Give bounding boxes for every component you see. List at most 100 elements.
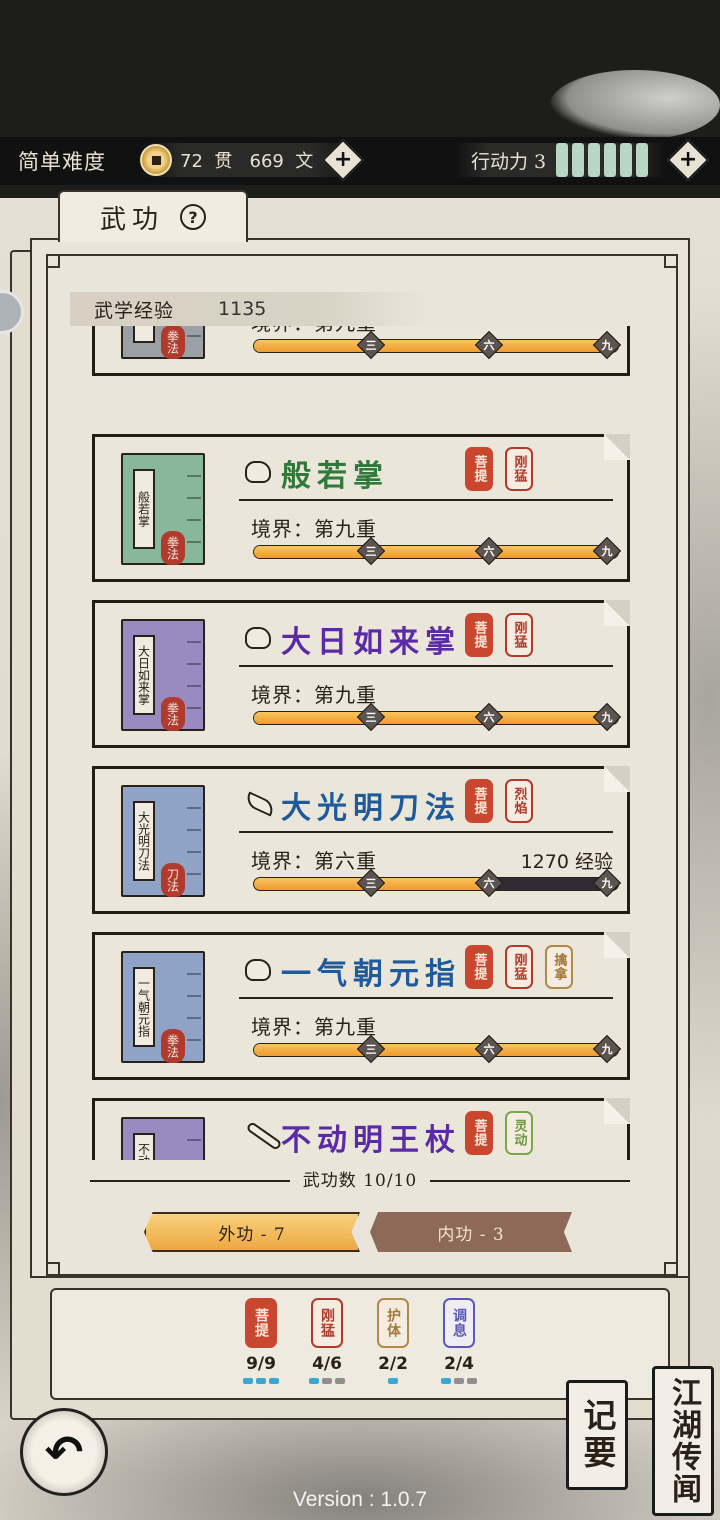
progress-mark-label: 六	[483, 711, 495, 724]
action-pip	[636, 143, 649, 177]
skill-realm: 境界：第九重	[251, 326, 377, 336]
fist-icon	[245, 959, 271, 981]
skill-progress-bar	[253, 339, 619, 353]
skill-card[interactable]: 不动明王杖 杖法 不动明王杖菩提灵动	[92, 1098, 630, 1160]
trait-tag: 菩提	[465, 945, 493, 989]
coin-icon	[140, 144, 172, 176]
trait-summary-item[interactable]: 菩提 9/9	[236, 1298, 286, 1384]
action-pip	[572, 143, 585, 177]
book-type-seal: 拳法	[161, 326, 185, 359]
progress-mark-label: 九	[601, 339, 613, 352]
skill-tags: 菩提 烈焰	[465, 779, 533, 823]
moon-cloud-decoration	[550, 70, 720, 140]
progress-mark-label: 六	[483, 877, 495, 890]
skill-progress-bar	[253, 1043, 619, 1057]
trait-tag: 调息	[443, 1298, 475, 1348]
progress-mark-label: 三	[365, 1043, 377, 1056]
trait-summary-item[interactable]: 护体 2/2	[368, 1298, 418, 1384]
trait-pip	[269, 1378, 279, 1384]
progress-mark-label: 六	[483, 339, 495, 352]
skill-tags: 菩提 刚猛	[465, 447, 533, 491]
martial-exp-value: 1135	[218, 298, 267, 320]
staff-icon	[245, 1121, 283, 1151]
plus-icon: +	[678, 147, 698, 172]
trait-count: 2/2	[378, 1354, 408, 1374]
trait-tag: 菩提	[245, 1298, 277, 1348]
trait-summary-item[interactable]: 刚猛 4/6	[302, 1298, 352, 1384]
trait-tag: 菩提	[465, 779, 493, 823]
trait-pip	[388, 1378, 398, 1384]
money-value: 72 贯 669 文	[180, 151, 314, 172]
tab-title: 武功	[99, 204, 164, 235]
skill-name: 大光明刀法	[281, 791, 461, 826]
trait-pip	[309, 1378, 319, 1384]
fist-icon	[245, 627, 271, 649]
back-arrow-icon: ↶	[44, 1425, 84, 1479]
trait-tag: 护体	[377, 1298, 409, 1348]
skill-card[interactable]: 般若掌 拳法 般若掌 菩提 刚猛境界：第九重三 六 九	[92, 434, 630, 582]
book-type-seal: 拳法	[161, 697, 185, 731]
martial-exp-label: 武学经验	[94, 299, 175, 322]
skill-progress-bar	[253, 711, 619, 725]
fist-icon	[245, 461, 271, 483]
skill-realm: 境界：第九重	[251, 1015, 377, 1039]
trait-pip	[467, 1378, 477, 1384]
back-button[interactable]: ↶	[20, 1408, 108, 1496]
trait-tag: 菩提	[465, 1111, 493, 1155]
notes-button[interactable]: 记要	[566, 1380, 628, 1490]
trait-tag: 菩提	[465, 447, 493, 491]
book-title: 大光明刀法	[133, 801, 155, 881]
skill-card[interactable]: 大光明刀法 刀法 大光明刀法 菩提 烈焰 境界：第六重 1270 经验三六九	[92, 766, 630, 914]
trait-pip	[322, 1378, 332, 1384]
skill-name: 般若掌	[281, 459, 389, 494]
internal-skills-button[interactable]: 内功 - 3	[370, 1212, 572, 1252]
action-pip	[556, 143, 569, 177]
external-skills-button[interactable]: 外功 - 7	[144, 1212, 360, 1252]
trait-pips	[434, 1378, 484, 1384]
trait-tag: 刚猛	[505, 945, 533, 989]
skill-book-icon: 大日如来掌 拳法	[121, 619, 205, 731]
book-type-seal: 刀法	[161, 863, 185, 897]
trait-pip	[335, 1378, 345, 1384]
skill-card[interactable]: 罗汉拳 拳法 境界：第九重三 六 九	[92, 326, 630, 376]
trait-tag: 菩提	[465, 613, 493, 657]
progress-mark-label: 三	[365, 339, 377, 352]
trait-count: 2/4	[444, 1354, 474, 1374]
skill-tags: 菩提 刚猛	[465, 613, 533, 657]
book-title: 一气朝元指	[133, 967, 155, 1047]
trait-summary-item[interactable]: 调息 2/4	[434, 1298, 484, 1384]
book-type-seal: 拳法	[161, 531, 185, 565]
trait-tag: 灵动	[505, 1111, 533, 1155]
skill-tags: 菩提 刚猛 擒拿	[465, 945, 573, 989]
skill-card[interactable]: 一气朝元指 拳法 一气朝元指 菩提 刚猛 擒拿 境界：第九重三六九	[92, 932, 630, 1080]
trait-tag: 刚猛	[311, 1298, 343, 1348]
skill-progress-bar	[253, 545, 619, 559]
trait-pip	[441, 1378, 451, 1384]
action-pip	[604, 143, 617, 177]
skill-progress-bar	[253, 877, 619, 891]
action-power-pips	[556, 143, 649, 177]
progress-mark-label: 六	[483, 545, 495, 558]
skill-tags: 菩提 灵动	[465, 1111, 533, 1155]
progress-mark-label: 三	[365, 877, 377, 890]
skill-book-icon: 大光明刀法 刀法	[121, 785, 205, 897]
skill-book-icon: 不动明王杖 杖法	[121, 1117, 205, 1160]
martial-exp-bar: 武学经验 1135	[70, 292, 430, 326]
skill-card[interactable]: 大日如来掌 拳法 大日如来掌 菩提 刚猛 境界：第九重三六九	[92, 600, 630, 748]
action-power-label: 行动力 3	[471, 150, 547, 173]
skill-name: 不动明王杖	[281, 1123, 461, 1158]
trait-pip	[454, 1378, 464, 1384]
progress-mark-label: 九	[601, 545, 613, 558]
trait-pip	[256, 1378, 266, 1384]
help-icon[interactable]: ?	[180, 204, 206, 230]
book-title: 般若掌	[133, 469, 155, 549]
skill-name: 一气朝元指	[281, 957, 461, 992]
trait-pips	[302, 1378, 352, 1384]
progress-mark-label: 三	[365, 545, 377, 558]
action-power-display: 行动力 3	[455, 143, 665, 177]
tab-martial-arts[interactable]: 武功 ?	[58, 190, 248, 242]
progress-mark-label: 九	[601, 1043, 613, 1056]
skill-list[interactable]: 罗汉拳 拳法 境界：第九重三六九 般若掌 拳法 般若掌菩提刚猛境界：第九重三六九…	[48, 326, 676, 1160]
skill-realm: 境界：第九重	[251, 517, 377, 541]
skill-book-icon: 一气朝元指 拳法	[121, 951, 205, 1063]
